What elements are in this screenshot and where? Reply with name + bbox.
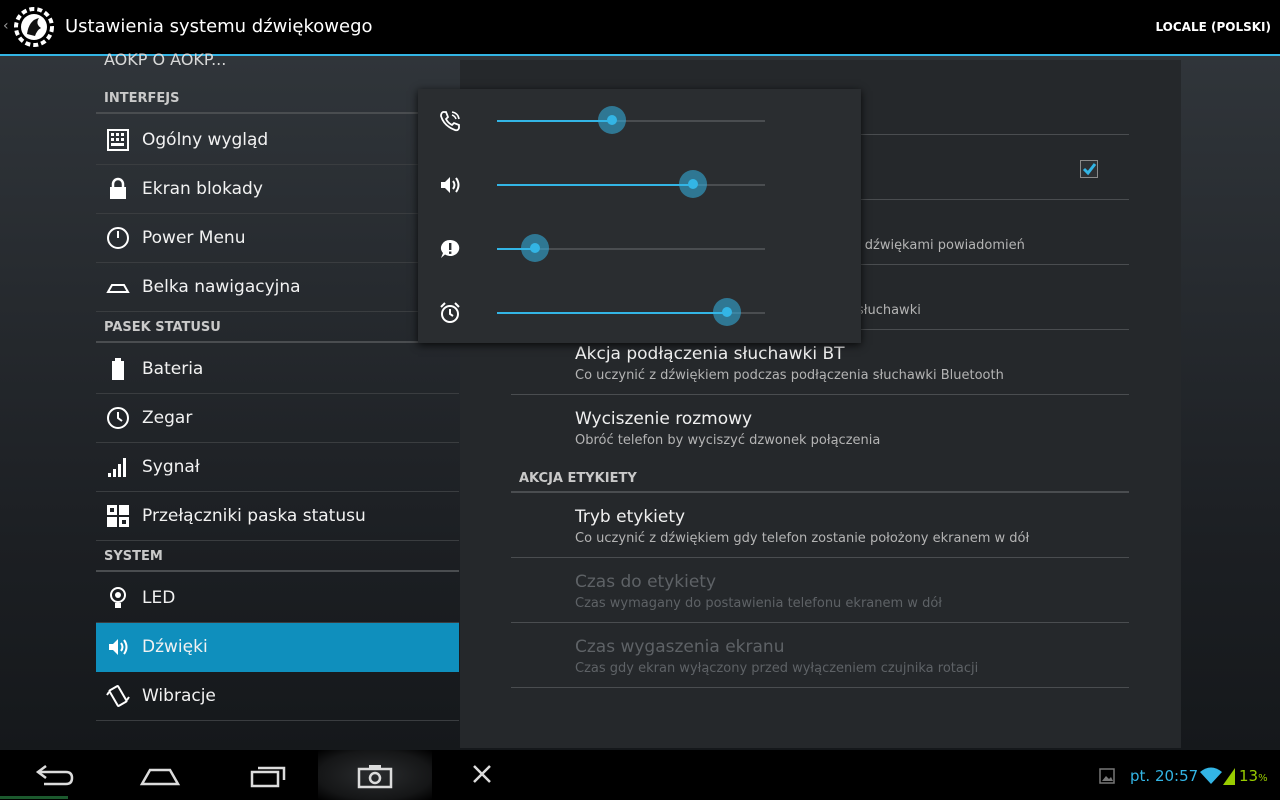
notification-icon (441, 239, 460, 258)
back-button-highlight (0, 796, 68, 799)
sidebar-item-bateria[interactable]: Bateria (96, 345, 459, 394)
notification-volume-slider[interactable] (497, 234, 765, 262)
preference-summary: Co uczynić z dźwiękiem podczas podłączen… (575, 368, 1004, 383)
sidebar-item-power-menu[interactable]: Power Menu (96, 214, 459, 263)
media-volume-slider[interactable] (497, 170, 765, 198)
sidebar-item-label: Power Menu (142, 228, 246, 248)
system-navigation-bar: pt. 20:57 13% (0, 750, 1280, 800)
sidebar-item-zegar[interactable]: Zegar (96, 394, 459, 443)
sidebar-item-label: Wibracje (142, 686, 216, 706)
section-header-pasek-statusu: PASEK STATUSU (96, 313, 459, 343)
section-header-interfejs: INTERFEJS (96, 84, 459, 114)
alarm-icon (440, 302, 460, 323)
section-header-system: SYSTEM (96, 542, 459, 572)
sidebar-item-led[interactable]: LED (96, 574, 459, 623)
sidebar-item-label: Ogólny wygląd (142, 130, 269, 150)
preference-title: Wyciszenie rozmowy (575, 409, 753, 429)
sidebar-item-przelaczniki[interactable]: Przełączniki paska statusu (96, 492, 459, 541)
bulb-icon (110, 587, 126, 608)
phone-icon (440, 111, 460, 132)
sidebar-item-sygnal[interactable]: Sygnał (96, 443, 459, 492)
ringer-volume-slider[interactable] (497, 106, 765, 134)
preference-checkbox[interactable] (1080, 160, 1098, 178)
preference-summary: i dźwiękami powiadomień (857, 238, 1025, 253)
pref-call-mute[interactable]: Wyciszenie rozmowy Obróć telefon by wyci… (511, 395, 1129, 460)
preference-summary: Czas wymagany do postawienia telefonu ek… (575, 596, 942, 611)
list-item-aokp[interactable]: AOKP O AOKP... (104, 50, 226, 69)
speaker-icon (109, 639, 128, 655)
preference-title: Czas wygaszenia ekranu (575, 637, 785, 657)
pref-screen-off-time: Czas wygaszenia ekranu Czas gdy ekran wy… (511, 623, 1129, 688)
page-title: Ustawienia systemu dźwiękowego (65, 16, 373, 37)
preference-summary: Co uczynić z dźwiękiem gdy telefon zosta… (575, 531, 1030, 546)
screenshot-camera-icon[interactable] (351, 758, 399, 792)
sidebar-item-label: Przełączniki paska statusu (142, 506, 366, 526)
sidebar-item-label: Dźwięki (142, 637, 208, 657)
sidebar-item-label: Zegar (142, 408, 193, 428)
sidebar-item-ekran-blokady[interactable]: Ekran blokady (96, 165, 459, 214)
volume-row-notification (418, 217, 861, 281)
grid-keyboard-icon (107, 129, 129, 151)
status-clock[interactable]: pt. 20:57 (1130, 767, 1198, 785)
aokp-logo-icon[interactable] (13, 6, 55, 48)
sidebar-item-belka-nawigacyjna[interactable]: Belka nawigacyjna (96, 263, 459, 312)
sidebar-item-label: Ekran blokady (142, 179, 263, 199)
slider-fill (497, 120, 613, 122)
wifi-icon (1200, 767, 1222, 784)
preference-title: Akcja podłączenia słuchawki BT (575, 344, 845, 364)
category-akcja-etykiety: AKCJA ETYKIETY (511, 465, 1129, 493)
preference-summary: Obróć telefon by wyciszyć dzwonek połącz… (575, 433, 881, 448)
preference-summary: Czas gdy ekran wyłączony przed wyłączeni… (575, 661, 979, 676)
home-icon[interactable] (136, 758, 184, 792)
volume-row-media (418, 153, 861, 217)
volume-row-alarm (418, 281, 861, 345)
media-speaker-icon (441, 177, 460, 193)
power-icon (107, 227, 129, 249)
sidebar-item-label: Belka nawigacyjna (142, 277, 301, 297)
slider-fill (497, 312, 728, 314)
preference-title: Tryb etykiety (575, 507, 686, 527)
checkmark-icon (1082, 163, 1097, 176)
toggles-icon (107, 505, 129, 527)
sidebar-item-label: LED (142, 588, 176, 608)
locale-button[interactable]: LOCALE (POLSKI) (1155, 20, 1271, 34)
pref-etiquette-time: Czas do etykiety Czas wymagany do postaw… (511, 558, 1129, 623)
vibrate-icon (106, 685, 130, 707)
up-caret-icon[interactable]: ‹ (3, 18, 9, 34)
recent-apps-icon[interactable] (244, 758, 292, 792)
action-bar: ‹ Ustawienia systemu dźwiękowego LOCALE … (0, 0, 1280, 56)
lock-icon (110, 177, 126, 199)
gallery-notification-icon[interactable] (1099, 768, 1115, 784)
signal-icon (108, 458, 126, 477)
back-icon[interactable] (30, 758, 78, 792)
close-icon[interactable] (458, 758, 506, 792)
pref-etiquette-mode[interactable]: Tryb etykiety Co uczynić z dźwiękiem gdy… (511, 493, 1129, 558)
sidebar-item-wibracje[interactable]: Wibracje (96, 672, 459, 721)
sidebar-item-label: Bateria (142, 359, 204, 379)
settings-category-list: AOKP O AOKP... INTERFEJS Ogólny wygląd E… (96, 50, 459, 750)
signal-strength-icon (1223, 768, 1235, 785)
slider-thumb[interactable] (678, 170, 707, 198)
slider-thumb[interactable] (713, 298, 742, 326)
battery-icon (112, 358, 124, 380)
preference-title: Czas do etykiety (575, 572, 717, 592)
battery-percentage: 13% (1239, 767, 1268, 785)
sidebar-item-label: Sygnał (142, 457, 200, 477)
volume-popup (418, 89, 861, 343)
navbar-icon (106, 284, 130, 293)
volume-row-ringer (418, 89, 861, 153)
slider-thumb[interactable] (520, 234, 549, 262)
alarm-volume-slider[interactable] (497, 298, 765, 326)
sidebar-item-ogolny-wyglad[interactable]: Ogólny wygląd (96, 116, 459, 165)
slider-thumb[interactable] (598, 106, 627, 134)
clock-icon (107, 407, 129, 429)
slider-fill (497, 184, 693, 186)
sidebar-item-dzwieki[interactable]: Dźwięki (96, 623, 459, 672)
preference-summary: słuchawki (857, 303, 921, 318)
